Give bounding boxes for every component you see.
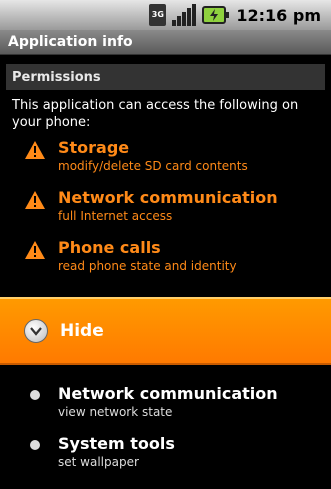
network-label: 3G (151, 10, 164, 19)
warning-icon (25, 191, 45, 209)
permissions-intro: This application can access the followin… (12, 98, 299, 130)
hide-button[interactable]: Hide (0, 297, 331, 365)
permission-desc: read phone state and identity (58, 259, 237, 273)
section-title: Permissions (12, 69, 101, 85)
status-bar: 3G 12:16 pm (0, 0, 331, 30)
chevron-up-icon (24, 319, 48, 343)
permission-item-network-state[interactable]: Network communication view network state (30, 384, 330, 420)
permission-title: Phone calls (58, 238, 161, 257)
permission-title: Storage (58, 138, 130, 157)
warning-icon (25, 241, 45, 259)
permission-desc: full Internet access (58, 209, 173, 223)
permission-title: Network communication (58, 188, 278, 207)
hide-label: Hide (60, 321, 104, 341)
permissions-section-header: Permissions (6, 64, 325, 90)
bullet-icon (30, 390, 40, 400)
permission-item-network[interactable]: Network communication full Internet acce… (24, 188, 324, 224)
permission-title: Network communication (58, 384, 278, 403)
bullet-icon (30, 440, 40, 450)
warning-icon (25, 141, 45, 159)
permission-title: System tools (58, 434, 175, 453)
clock: 12:16 pm (236, 5, 321, 25)
permission-item-storage[interactable]: Storage modify/delete SD card contents (24, 138, 324, 174)
network-3g-icon: 3G (149, 4, 167, 26)
permission-desc: set wallpaper (58, 455, 139, 469)
permission-item-phone-calls[interactable]: Phone calls read phone state and identit… (24, 238, 324, 274)
title-bar: Application info (0, 30, 331, 55)
permission-desc: modify/delete SD card contents (58, 159, 248, 173)
permission-desc: view network state (58, 405, 173, 419)
signal-strength-icon (172, 4, 197, 26)
page-title: Application info (8, 34, 133, 50)
battery-charging-icon (202, 6, 230, 24)
permission-item-system-tools[interactable]: System tools set wallpaper (30, 434, 330, 470)
